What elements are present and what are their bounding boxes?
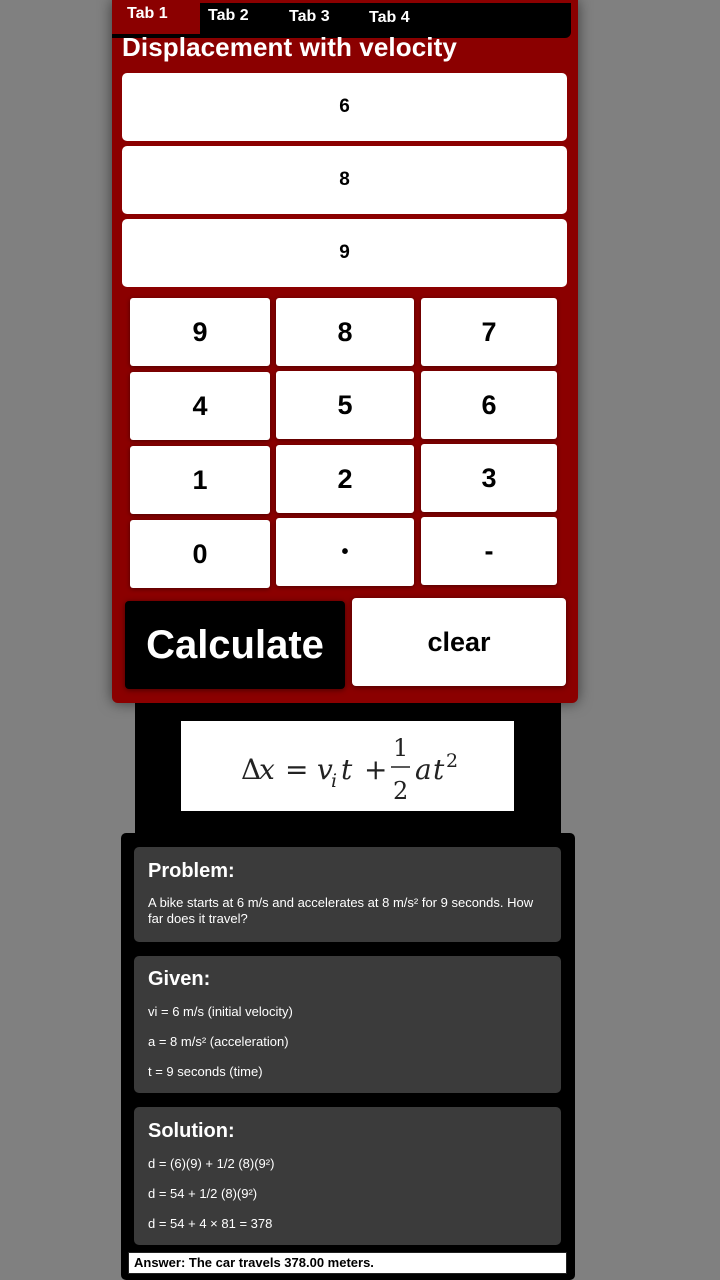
key-5[interactable]: 5 bbox=[276, 371, 414, 439]
key-4[interactable]: 4 bbox=[130, 372, 270, 440]
given-line: t = 9 seconds (time) bbox=[148, 1064, 263, 1079]
problem-card: Problem: A bike starts at 6 m/s and acce… bbox=[134, 847, 561, 942]
given-line: a = 8 m/s² (acceleration) bbox=[148, 1034, 289, 1049]
key-decimal[interactable]: • bbox=[276, 518, 414, 586]
svg-text:+: + bbox=[364, 753, 387, 786]
key-minus[interactable]: - bbox=[421, 517, 557, 585]
key-8[interactable]: 8 bbox=[276, 298, 414, 366]
tab-1[interactable]: Tab 1 bbox=[112, 0, 200, 34]
calculate-button[interactable]: Calculate bbox=[125, 601, 345, 689]
given-card: Given: vi = 6 m/s (initial velocity) a =… bbox=[134, 956, 561, 1093]
tab-2[interactable]: Tab 2 bbox=[208, 7, 249, 25]
input-time[interactable]: 9 bbox=[122, 219, 567, 287]
key-2[interactable]: 2 bbox=[276, 445, 414, 513]
page-title: Displacement with velocity bbox=[122, 32, 457, 62]
svg-text:2: 2 bbox=[393, 777, 408, 805]
solution-card: Solution: d = (6)(9) + 1/2 (8)(9²) d = 5… bbox=[134, 1107, 561, 1245]
solution-line: d = (6)(9) + 1/2 (8)(9²) bbox=[148, 1156, 275, 1171]
key-6[interactable]: 6 bbox=[421, 371, 557, 439]
tab-3[interactable]: Tab 3 bbox=[289, 8, 330, 26]
solution-heading: Solution: bbox=[148, 1120, 235, 1142]
formula-equation: Δ x = v i t + 1 2 a t 2 bbox=[241, 734, 458, 805]
key-7[interactable]: 7 bbox=[421, 298, 557, 366]
formula-image: Δ x = v i t + 1 2 a t 2 bbox=[181, 721, 514, 811]
clear-button[interactable]: clear bbox=[352, 598, 566, 686]
answer-output: Answer: The car travels 378.00 meters. bbox=[128, 1252, 567, 1274]
problem-heading: Problem: bbox=[148, 860, 235, 882]
given-line: vi = 6 m/s (initial velocity) bbox=[148, 1004, 293, 1019]
key-3[interactable]: 3 bbox=[421, 444, 557, 512]
key-1[interactable]: 1 bbox=[130, 446, 270, 514]
svg-text:2: 2 bbox=[446, 750, 458, 772]
svg-text:t: t bbox=[341, 753, 353, 786]
svg-text:=: = bbox=[285, 753, 308, 786]
input-initial-velocity[interactable]: 6 bbox=[122, 73, 567, 141]
given-heading: Given: bbox=[148, 968, 211, 990]
svg-text:1: 1 bbox=[393, 734, 408, 762]
key-0[interactable]: 0 bbox=[130, 520, 270, 588]
input-acceleration[interactable]: 8 bbox=[122, 146, 567, 214]
solution-line: d = 54 + 4 × 81 = 378 bbox=[148, 1216, 273, 1231]
solution-line: d = 54 + 1/2 (8)(9²) bbox=[148, 1186, 258, 1201]
key-9[interactable]: 9 bbox=[130, 298, 270, 366]
tab-4[interactable]: Tab 4 bbox=[369, 9, 410, 27]
problem-text: A bike starts at 6 m/s and accelerates a… bbox=[148, 895, 534, 926]
svg-text:i: i bbox=[331, 770, 337, 792]
svg-text:x: x bbox=[259, 753, 275, 786]
svg-text:a: a bbox=[415, 753, 432, 786]
svg-text:t: t bbox=[433, 753, 445, 786]
